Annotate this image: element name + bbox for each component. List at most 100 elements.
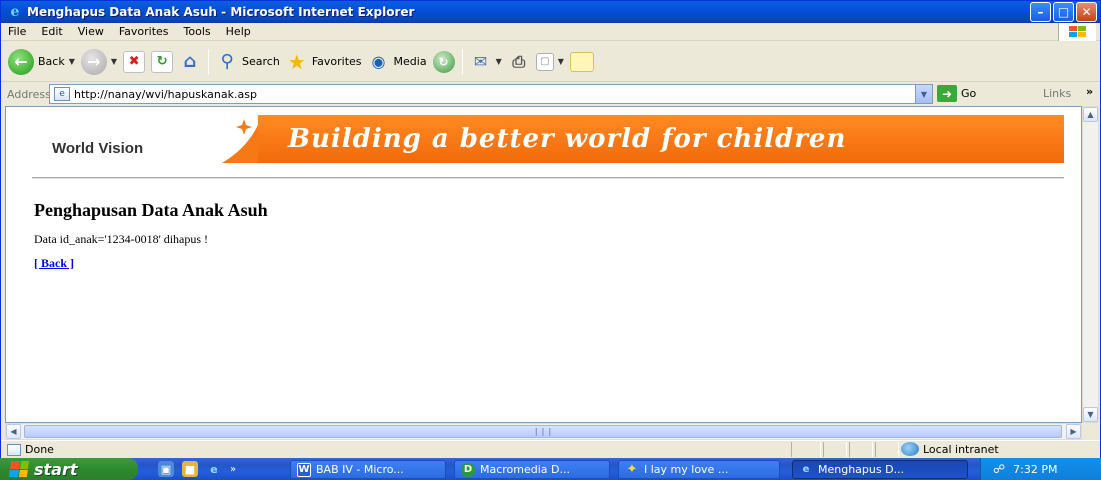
word-icon: W <box>297 462 311 477</box>
scroll-down-icon[interactable]: ▼ <box>1083 407 1098 422</box>
status-cell <box>823 442 847 457</box>
world-vision-banner: World Vision Building a better world for… <box>32 115 1064 163</box>
horizontal-scrollbar[interactable]: ◀ ❙❙❙ ▶ <box>5 423 1082 440</box>
page-done-icon <box>7 443 21 456</box>
task-i-lay-my-love[interactable]: ✦ I lay my love ... <box>618 460 780 479</box>
mail-dropdown-icon[interactable]: ▼ <box>496 57 502 66</box>
system-tray: ☍ 7:32 PM <box>980 458 1101 480</box>
maximize-button[interactable]: □ <box>1053 2 1074 22</box>
stop-button[interactable]: ✖ <box>120 45 148 79</box>
back-label: Back <box>38 55 65 68</box>
slogan-band: Building a better world for children <box>258 115 1064 163</box>
address-bar: Address e http://nanay/wvi/hapuskanak.as… <box>1 83 1100 105</box>
edit-button[interactable]: ▢ ▼ <box>533 45 567 79</box>
folder-icon[interactable]: ■ <box>182 461 198 477</box>
status-cell <box>849 442 873 457</box>
media-player-icon: ✦ <box>626 462 638 477</box>
task-label: I lay my love ... <box>644 463 729 476</box>
taskbar: start ▣ ■ e » W BAB IV - Micro... D Macr… <box>0 458 1101 480</box>
refresh-button[interactable]: ↻ <box>148 45 176 79</box>
task-label: Menghapus D... <box>818 463 905 476</box>
vertical-scrollbar[interactable]: ▲ ▼ <box>1082 106 1099 423</box>
search-label: Search <box>242 55 280 68</box>
print-icon: ⎙ <box>512 51 526 71</box>
address-url[interactable]: http://nanay/wvi/hapuskanak.asp <box>74 88 257 101</box>
toolbar-separator <box>208 48 210 75</box>
menu-file[interactable]: File <box>1 25 34 38</box>
media-icon: ◉ <box>371 52 386 71</box>
page-icon: e <box>54 87 70 101</box>
desktop-icon[interactable]: ▣ <box>158 461 174 477</box>
task-menghapus[interactable]: e Menghapus D... <box>792 460 968 479</box>
ie-quick-icon[interactable]: e <box>206 461 222 477</box>
task-macromedia[interactable]: D Macromedia D... <box>454 460 610 479</box>
back-link[interactable]: [ Back ] <box>34 256 74 271</box>
chevron-right-icon[interactable]: » <box>1086 85 1093 98</box>
scroll-right-icon[interactable]: ▶ <box>1066 424 1081 439</box>
go-button[interactable]: ➜ Go <box>937 85 976 102</box>
ie-task-icon: e <box>802 464 810 475</box>
go-arrow-icon: ➜ <box>937 85 957 102</box>
delete-message: Data id_anak='1234-0018' dihapus ! <box>34 232 209 246</box>
scroll-left-icon[interactable]: ◀ <box>6 424 21 439</box>
forward-dropdown-icon[interactable]: ▼ <box>111 57 117 66</box>
mail-icon: ✉ <box>473 52 488 71</box>
menu-view[interactable]: View <box>71 25 112 38</box>
page-content: World Vision Building a better world for… <box>5 106 1082 423</box>
horizontal-rule <box>32 177 1064 179</box>
forward-button[interactable]: → ▼ <box>78 45 120 79</box>
mail-button[interactable]: ✉ ▼ <box>467 45 505 79</box>
favorites-button[interactable]: ★ Favorites <box>283 45 365 79</box>
discuss-button[interactable] <box>567 45 597 79</box>
media-label: Media <box>393 55 427 68</box>
security-zone: Local intranet <box>901 442 999 456</box>
print-button[interactable]: ⎙ <box>505 45 533 79</box>
task-bab-iv[interactable]: W BAB IV - Micro... <box>290 460 446 479</box>
history-icon: ↻ <box>432 50 455 73</box>
favorites-label: Favorites <box>311 55 362 68</box>
go-label: Go <box>961 87 977 100</box>
menu-help[interactable]: Help <box>219 25 259 38</box>
windows-flag-icon <box>8 461 30 477</box>
clock: 7:32 PM <box>1013 462 1058 476</box>
close-button[interactable]: ✕ <box>1076 2 1097 22</box>
search-button[interactable]: ⚲ Search <box>213 45 283 79</box>
home-icon: ⌂ <box>183 51 197 72</box>
links-toolbar[interactable]: Links » <box>1043 85 1093 100</box>
start-label: start <box>34 459 78 479</box>
menu-edit[interactable]: Edit <box>34 25 70 38</box>
horizontal-scroll-thumb[interactable]: ❙❙❙ <box>24 425 1062 438</box>
refresh-icon: ↻ <box>151 50 174 73</box>
minimize-button[interactable]: – <box>1030 2 1051 22</box>
tray-network-icon[interactable]: ☍ <box>993 462 1005 476</box>
address-dropdown-icon[interactable]: ▼ <box>915 85 932 103</box>
history-button[interactable]: ↻ <box>430 45 458 79</box>
start-button[interactable]: start <box>0 458 138 480</box>
forward-arrow-icon: → <box>80 48 107 75</box>
zone-text: Local intranet <box>923 442 999 456</box>
quick-launch: ▣ ■ e » <box>158 461 236 477</box>
discuss-icon <box>569 51 594 72</box>
status-text: Done <box>25 443 54 456</box>
back-arrow-icon: ← <box>8 48 34 75</box>
quick-launch-more-icon[interactable]: » <box>230 464 236 475</box>
scroll-up-icon[interactable]: ▲ <box>1083 107 1098 122</box>
address-label: Address <box>7 87 51 101</box>
slogan-text: Building a better world for children <box>288 124 847 154</box>
media-button[interactable]: ◉ Media <box>365 45 430 79</box>
edit-page-icon: ▢ <box>535 52 554 71</box>
title-bar[interactable]: e Menghapus Data Anak Asuh - Microsoft I… <box>1 1 1100 23</box>
back-button[interactable]: ← Back ▼ <box>5 45 78 79</box>
task-label: BAB IV - Micro... <box>316 463 404 476</box>
standard-toolbar: ← Back ▼ → ▼ ✖ ↻ ⌂ ⚲ Search ★ Favorites … <box>1 42 1100 82</box>
links-label: Links <box>1043 87 1072 100</box>
world-vision-logo: World Vision <box>32 115 262 163</box>
back-dropdown-icon[interactable]: ▼ <box>69 57 75 66</box>
edit-dropdown-icon[interactable]: ▼ <box>558 57 564 66</box>
address-input[interactable]: e http://nanay/wvi/hapuskanak.asp ▼ <box>49 84 933 104</box>
menu-tools[interactable]: Tools <box>177 25 219 38</box>
home-button[interactable]: ⌂ <box>176 45 204 79</box>
status-cell <box>791 442 821 457</box>
logo-text: World Vision <box>52 140 144 157</box>
menu-favorites[interactable]: Favorites <box>112 25 177 38</box>
